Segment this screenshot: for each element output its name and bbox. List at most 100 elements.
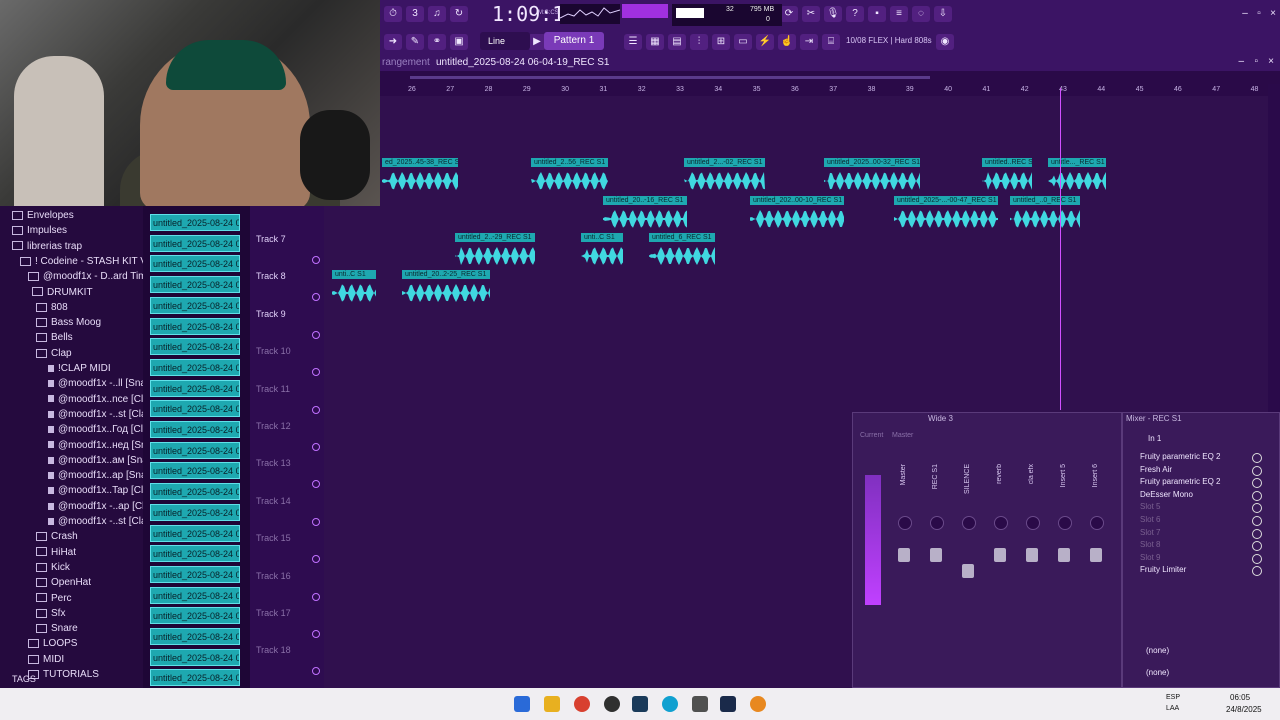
- browser-item[interactable]: @moodf1x -..st [Clap]: [48, 514, 155, 529]
- clip-source-item[interactable]: untitled_2025-08-24 06-: [150, 421, 240, 438]
- browser-item[interactable]: Envelopes: [12, 208, 74, 223]
- track-name[interactable]: Track 16: [256, 571, 291, 581]
- fx-slot[interactable]: Fruity parametric EQ 2: [1140, 452, 1220, 461]
- globe-icon[interactable]: ◉: [936, 34, 954, 50]
- pan-knob[interactable]: [1090, 516, 1104, 530]
- volume-fader[interactable]: [962, 564, 974, 578]
- browser-item[interactable]: @moodf1x -..ll [Snap]: [48, 376, 154, 391]
- chart-icon[interactable]: ≡: [890, 6, 908, 22]
- browser-item[interactable]: librerias trap: [12, 239, 82, 254]
- audio-clip[interactable]: [326, 208, 370, 244]
- browser-item[interactable]: Snare: [36, 621, 78, 636]
- mixer-strip-name[interactable]: REC S1: [932, 464, 939, 489]
- countdown-icon[interactable]: 3: [406, 6, 424, 22]
- browser-item[interactable]: Kick: [36, 560, 70, 575]
- track-name[interactable]: Track 7: [256, 234, 286, 244]
- steam-alt-icon[interactable]: [720, 696, 736, 712]
- download-icon[interactable]: ⇩: [934, 6, 952, 22]
- browser-item[interactable]: DRUMKIT: [32, 285, 93, 300]
- volume-fader[interactable]: [1026, 548, 1038, 562]
- send-slot-1[interactable]: (none): [1146, 646, 1169, 655]
- fx-slot[interactable]: Slot 6: [1140, 515, 1160, 524]
- clip-source-item[interactable]: untitled_2025-08-24 06-: [150, 462, 240, 480]
- track-mute-icon[interactable]: [312, 517, 320, 526]
- clip-source-item[interactable]: untitled_2025-08-24 06-: [150, 669, 240, 687]
- save-icon[interactable]: ▪: [868, 6, 886, 22]
- mixer-strip-name[interactable]: Insert 6: [1092, 464, 1099, 487]
- track-mute-icon[interactable]: [312, 293, 320, 302]
- clip-source-item[interactable]: untitled_2025-08-24 06-: [150, 296, 240, 314]
- fx-slot[interactable]: Fruity parametric EQ 2: [1140, 477, 1220, 486]
- browser-icon[interactable]: ▭: [734, 34, 752, 50]
- browser-item[interactable]: OpenHat: [36, 575, 91, 590]
- blend-icon[interactable]: ♫: [428, 6, 446, 22]
- clip-source-item[interactable]: untitled_2025-08-24 06-: [150, 234, 240, 252]
- track-name[interactable]: Track 8: [256, 271, 286, 281]
- browser-item[interactable]: !CLAP MIDI: [48, 361, 111, 376]
- track-name[interactable]: Track 14: [256, 496, 291, 506]
- fx-slot[interactable]: Fresh Air: [1140, 465, 1172, 474]
- track-mute-icon[interactable]: [312, 592, 320, 601]
- close-icon[interactable]: ×: [1264, 6, 1280, 22]
- browser-item[interactable]: TUTORIALS: [28, 667, 99, 682]
- browser-item[interactable]: Crash: [36, 529, 78, 544]
- pan-knob[interactable]: [994, 516, 1008, 530]
- browser-item[interactable]: Sfx: [36, 606, 65, 621]
- audio-clip[interactable]: untitled_20..-16_REC S1: [603, 196, 687, 232]
- browser-item[interactable]: Impulses: [12, 223, 67, 238]
- clip-source-item[interactable]: untitled_2025-08-24 06-: [150, 524, 240, 542]
- file-explorer-icon[interactable]: [544, 696, 560, 712]
- volume-fader[interactable]: [898, 548, 910, 562]
- clip-source-item[interactable]: untitled_2025-08-24 06-: [150, 441, 240, 459]
- stamp-icon[interactable]: ▣: [450, 34, 468, 50]
- clip-source-item[interactable]: untitled_2025-08-24 06-: [150, 628, 240, 645]
- cut-icon[interactable]: ✂: [802, 6, 820, 22]
- track-name[interactable]: Track 17: [256, 608, 291, 618]
- mixer-width-label[interactable]: Wide 3: [928, 414, 953, 423]
- track-name[interactable]: Track 18: [256, 645, 291, 655]
- mic-icon[interactable]: 🎙: [824, 6, 842, 22]
- mixer-tab[interactable]: Current: [860, 432, 883, 439]
- clip-source-item[interactable]: untitled_2025-08-24 06-: [150, 338, 240, 356]
- browser-item[interactable]: @moodf1x..ам [Snap]: [48, 453, 156, 468]
- audio-clip[interactable]: untitled_2025..00-32_REC S1: [824, 158, 920, 194]
- browser-item[interactable]: @moodf1x -..st [Clap]: [48, 407, 155, 422]
- fx-enable-icon[interactable]: [1252, 465, 1262, 476]
- browser-item[interactable]: LOOPS: [28, 636, 77, 651]
- mixer-strip-name[interactable]: Master: [900, 464, 907, 485]
- track-mute-icon[interactable]: [312, 555, 320, 564]
- audio-clip[interactable]: untitled..REC S1: [982, 158, 1032, 194]
- track-name[interactable]: Track 10: [256, 346, 291, 356]
- pan-knob[interactable]: [1026, 516, 1040, 530]
- fx-enable-icon[interactable]: [1252, 528, 1262, 539]
- fx-slot[interactable]: DeEsser Mono: [1140, 490, 1193, 499]
- track-name[interactable]: Track 12: [256, 421, 291, 431]
- clip-source-item[interactable]: untitled_2025-08-24 06-: [150, 586, 240, 604]
- track-name[interactable]: Track 15: [256, 533, 291, 543]
- fx-slot[interactable]: Slot 8: [1140, 540, 1160, 549]
- track-mute-icon[interactable]: [312, 480, 320, 489]
- arrow-icon[interactable]: ➜: [384, 34, 402, 50]
- fx-enable-icon[interactable]: [1252, 553, 1262, 564]
- clip-source-item[interactable]: untitled_2025-08-24 06-: [150, 648, 240, 666]
- loop-record-icon[interactable]: ↻: [450, 6, 468, 22]
- fx-enable-icon[interactable]: [1252, 490, 1262, 501]
- audio-clip[interactable]: untitled_2...-02_REC S1: [684, 158, 765, 194]
- audio-clip[interactable]: unti..C S1: [581, 233, 623, 269]
- clip-source-item[interactable]: untitled_2025-08-24 06-: [150, 276, 240, 294]
- export-icon[interactable]: ⇥: [800, 34, 818, 50]
- link-icon[interactable]: ⚭: [428, 34, 446, 50]
- playlist-minimize-icon[interactable]: –: [1238, 56, 1244, 67]
- mixer-strip-name[interactable]: SILENCE: [964, 464, 971, 494]
- windows-start-icon[interactable]: [514, 696, 530, 712]
- timeline-ruler[interactable]: 26 27 28 29 30 31 32 33 34 35 36 37 38 39 40 41 42 43 44 45…: [380, 84, 1268, 96]
- plugin-icon[interactable]: ⚡: [756, 34, 774, 50]
- fx-slot[interactable]: Slot 5: [1140, 502, 1160, 511]
- fx-enable-icon[interactable]: [1252, 516, 1262, 526]
- browser-item[interactable]: MIDI: [28, 652, 64, 667]
- tags-label[interactable]: TAGS: [12, 674, 36, 684]
- app-icon[interactable]: [692, 696, 708, 712]
- track-mute-icon[interactable]: [312, 368, 320, 377]
- track-mute-icon[interactable]: [312, 330, 320, 339]
- audio-clip[interactable]: untitled_202..00-10_REC S1: [750, 196, 844, 232]
